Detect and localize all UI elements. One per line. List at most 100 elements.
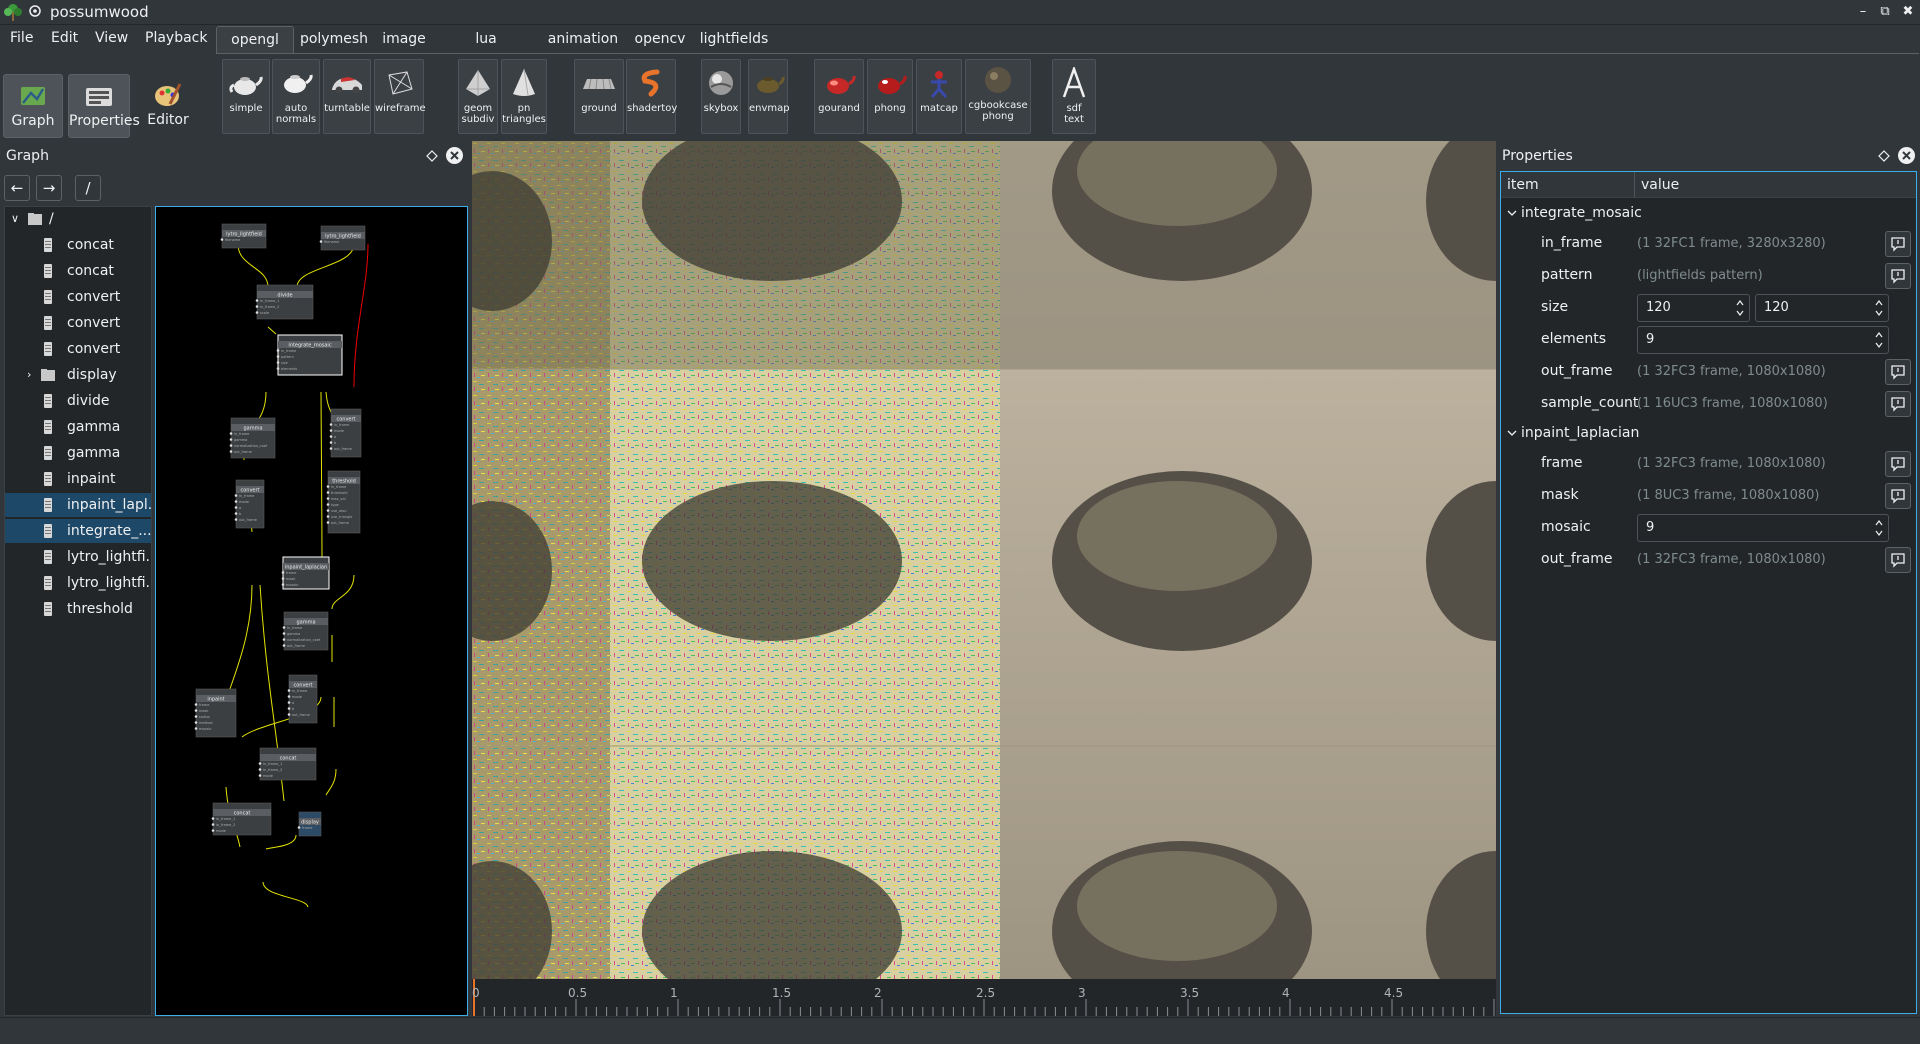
graph-port[interactable] [281, 571, 285, 574]
open-value-button[interactable] [1885, 451, 1911, 477]
graph-port[interactable] [319, 240, 323, 243]
tab-opencv[interactable]: opencv [630, 26, 690, 53]
timeline[interactable]: 0 0.5 1 1.5 2 2.5 3 3.5 4 4.5 [472, 979, 1496, 1016]
tab-image[interactable]: image [376, 26, 432, 53]
property-spinbox[interactable]: 120 [1755, 294, 1889, 322]
tree-item[interactable]: gamma [5, 441, 151, 465]
properties-toggle-button[interactable]: Properties [68, 74, 140, 138]
tool-simple[interactable]: simple [222, 59, 270, 134]
tree-item[interactable]: convert [5, 337, 151, 361]
property-spinbox[interactable]: 120 [1637, 294, 1750, 322]
tool-gourand[interactable]: gourand [814, 59, 864, 134]
graph-node[interactable]: thresholdin_framethresholdmax_valtypeuse… [326, 470, 361, 534]
graph-port[interactable] [297, 826, 301, 829]
path-root-button[interactable]: / [75, 175, 101, 201]
graph-port[interactable] [326, 521, 330, 524]
tree-item[interactable]: convert [5, 311, 151, 335]
tree-item[interactable]: inpaint [5, 467, 151, 491]
graph-node[interactable]: lytro_lightfieldfilename [220, 223, 267, 249]
graph-port[interactable] [326, 515, 330, 518]
tool-matcap[interactable]: matcap [916, 59, 962, 134]
graph-port[interactable] [287, 701, 291, 704]
tool-phong[interactable]: phong [867, 59, 913, 134]
graph-port[interactable] [287, 689, 291, 692]
tree-item[interactable]: concat [5, 233, 151, 257]
viewport-3d[interactable] [472, 141, 1496, 979]
menu-file[interactable]: File [10, 30, 33, 46]
graph-port[interactable] [258, 762, 262, 765]
tree-item[interactable]: integrate_... [5, 519, 151, 543]
graph-toggle-button[interactable]: Graph [3, 74, 63, 138]
graph-port[interactable] [329, 447, 333, 450]
graph-port[interactable] [282, 644, 286, 647]
graph-port[interactable] [281, 577, 285, 580]
tool-sdf-text[interactable]: sdf text [1052, 59, 1096, 134]
tree-item[interactable]: gamma [5, 415, 151, 439]
graph-port[interactable] [194, 721, 198, 724]
graph-node[interactable]: gammain_framegammanormalization_coefout_… [229, 417, 276, 459]
tool-cgbookcase-phong[interactable]: cgbookcase phong [965, 59, 1031, 134]
chevron-down-icon[interactable] [1507, 208, 1517, 218]
minimize-icon[interactable]: – [1854, 3, 1872, 21]
graph-port[interactable] [234, 494, 238, 497]
tree-item[interactable]: inpaint_lapl... [5, 493, 151, 517]
tab-animation[interactable]: animation [540, 26, 626, 53]
graph-node[interactable]: convertin_framemodeabout_frame [287, 674, 318, 724]
pin-icon[interactable] [28, 4, 42, 18]
graph-port[interactable] [229, 444, 233, 447]
graph-port[interactable] [255, 305, 259, 308]
graph-node[interactable]: displayframe [297, 811, 322, 837]
graph-port[interactable] [287, 707, 291, 710]
graph-port[interactable] [326, 503, 330, 506]
graph-port[interactable] [282, 638, 286, 641]
tree-item[interactable]: › display [5, 363, 151, 387]
menu-edit[interactable]: Edit [51, 30, 78, 46]
tree-item[interactable]: divide [5, 389, 151, 413]
chevron-down-icon[interactable] [1507, 428, 1517, 438]
graph-port[interactable] [255, 299, 259, 302]
node-graph-canvas[interactable]: lytro_lightfield filename lytro_lightfield… [155, 206, 468, 1016]
viewport-image[interactable] [472, 141, 1496, 979]
close-icon[interactable] [446, 147, 463, 164]
graph-port[interactable] [276, 349, 280, 352]
graph-port[interactable] [282, 632, 286, 635]
graph-port[interactable] [287, 695, 291, 698]
graph-node[interactable]: convertin_framemodeabout_frame [329, 408, 362, 458]
chevron-down-icon[interactable]: ∨ [11, 207, 19, 231]
chevron-right-icon[interactable]: › [27, 363, 31, 387]
tool-ground[interactable]: ground [574, 59, 624, 134]
property-spinbox[interactable]: 9 [1637, 326, 1889, 354]
property-group[interactable]: integrate_mosaic [1501, 200, 1916, 228]
open-value-button[interactable] [1885, 263, 1911, 289]
graph-port[interactable] [220, 238, 224, 241]
properties-table[interactable]: item value integrate_mosaic in_frame (1 32… [1500, 171, 1917, 1014]
tool-turntable[interactable]: turntable [323, 59, 371, 134]
graph-port[interactable] [287, 713, 291, 716]
graph-port[interactable] [234, 512, 238, 515]
graph-port[interactable] [258, 768, 262, 771]
graph-port[interactable] [329, 435, 333, 438]
graph-port[interactable] [329, 429, 333, 432]
graph-node[interactable]: convertin_framemodeabout_frame [234, 479, 265, 529]
graph-port[interactable] [211, 817, 215, 820]
close-window-icon[interactable]: ✖ [1899, 3, 1917, 21]
open-value-button[interactable] [1885, 483, 1911, 509]
tool-geom-subdiv[interactable]: geom subdiv [458, 59, 498, 134]
tree-item[interactable]: lytro_lightfi... [5, 545, 151, 569]
tool-pn-triangles[interactable]: pn triangles [501, 59, 547, 134]
graph-port[interactable] [276, 361, 280, 364]
graph-node[interactable]: concatin_frame_1 in_frame_2mode [211, 802, 272, 836]
graph-port[interactable] [326, 497, 330, 500]
tree-item[interactable]: concat [5, 259, 151, 283]
spin-arrows-icon[interactable] [1874, 329, 1884, 351]
graph-node[interactable]: lytro_lightfieldfilename [319, 225, 366, 251]
graph-node[interactable]: integrate_mosaicin_framepattern size eleme… [276, 334, 343, 376]
tree-item[interactable]: threshold [5, 597, 151, 621]
tab-lightfields[interactable]: lightfields [694, 26, 774, 53]
spin-arrows-icon[interactable] [1735, 297, 1745, 319]
maximize-icon[interactable]: ⧉ [1876, 3, 1894, 21]
float-icon[interactable] [426, 150, 438, 162]
graph-port[interactable] [234, 506, 238, 509]
graph-port[interactable] [229, 438, 233, 441]
tab-opengl[interactable]: opengl [216, 26, 294, 53]
